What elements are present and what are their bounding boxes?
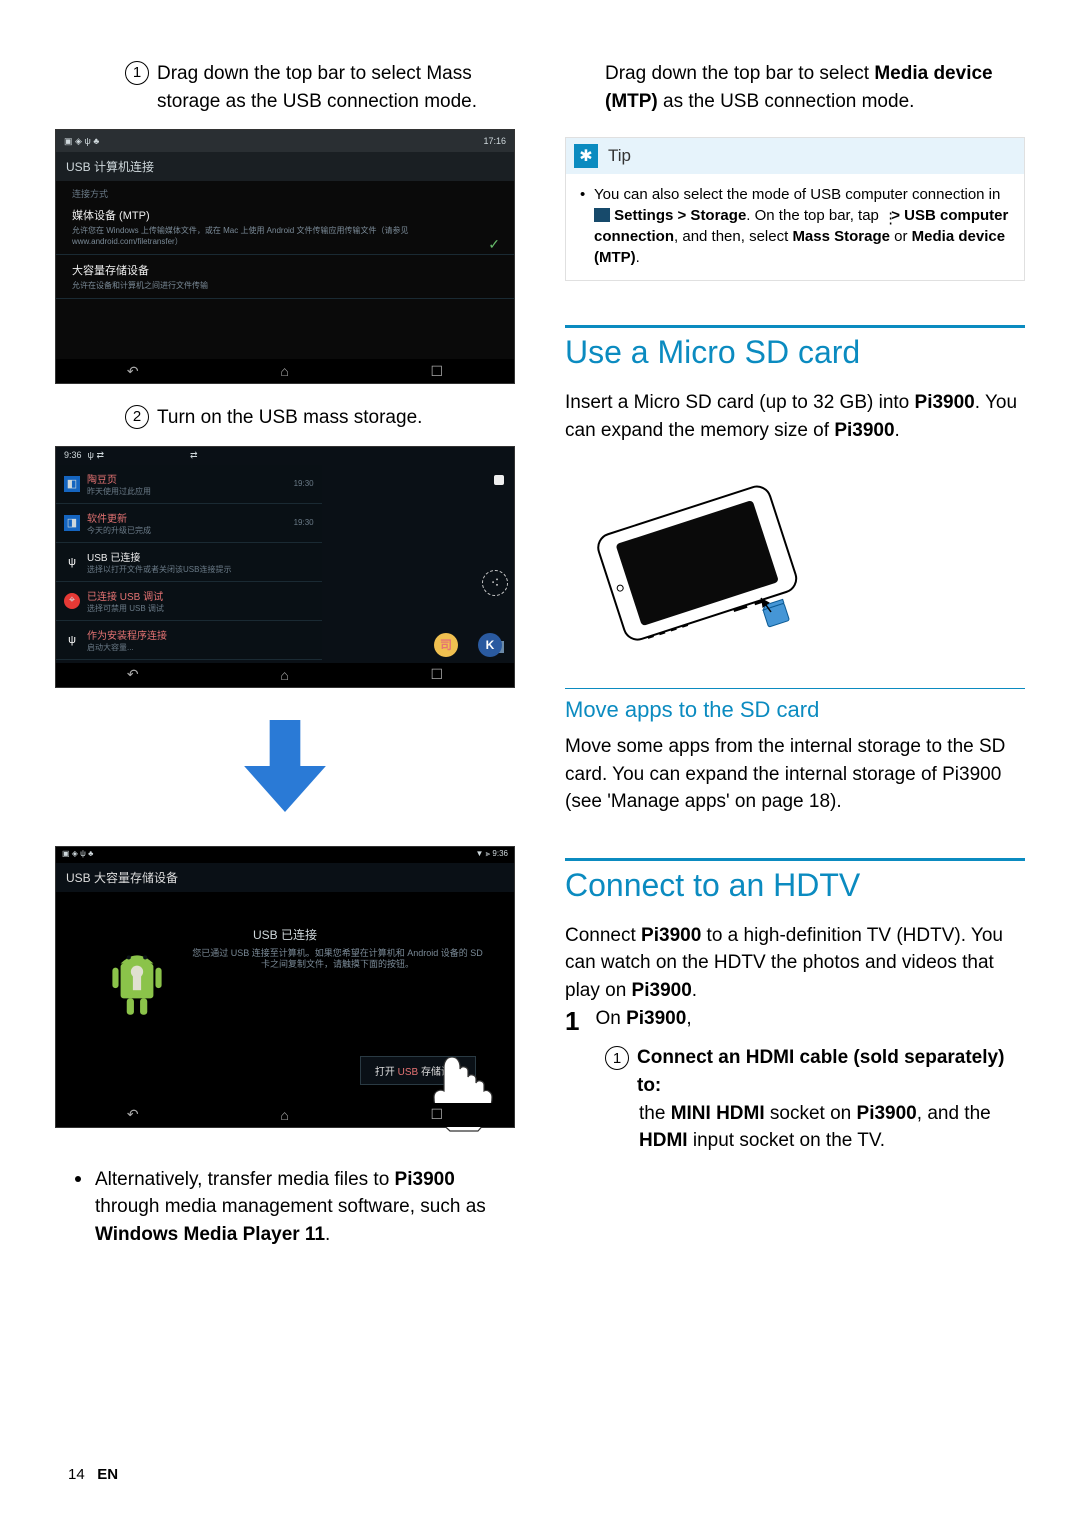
category-label: 连接方式 (56, 181, 514, 200)
hdtv-intro: Connect Pi3900 to a high-definition TV (… (565, 922, 1025, 1005)
step-2: 2 Turn on the USB mass storage. (55, 404, 515, 436)
android-usb-icon (106, 941, 168, 1023)
screen-title: USB 大容量存储设备 (56, 863, 514, 892)
status-icons: ▣ ◈ ψ ♣ (62, 849, 93, 861)
recents-icon[interactable]: ☐ (431, 363, 444, 380)
browser-icon[interactable]: 司 (434, 633, 458, 657)
home-icon[interactable]: ⌂ (280, 667, 288, 683)
section-divider (565, 858, 1025, 861)
left-column: 1 Drag down the top bar to select Mass s… (55, 60, 515, 1248)
apps-drawer-icon[interactable]: ⁖ (482, 570, 508, 596)
notif-row[interactable]: ψ USB 已连接选择以打开文件或者关闭该USB连接提示 (56, 543, 322, 582)
tip-header: ✱ Tip (566, 138, 1024, 174)
nav-bar[interactable]: ↶ ⌂ ☐ (56, 663, 514, 687)
big-step-number: 1 (565, 1008, 579, 1034)
home-icon[interactable]: ⌂ (280, 363, 288, 379)
section-divider (565, 325, 1025, 328)
status-right-icons: ▼ ⫸ 9:36 (476, 849, 508, 861)
recents-icon[interactable]: ☐ (431, 666, 444, 683)
section-hdtv-title: Connect to an HDTV (565, 867, 1025, 904)
step-2-text: Turn on the USB mass storage. (157, 404, 515, 432)
more-inline-icon (883, 208, 887, 222)
screenshot-notifications: 9:36 ψ ⇄ ⇄ ◧ 陶豆页昨天使用过此应用 19:30 ◨ 软件更新今天的… (55, 446, 515, 688)
dock: 司 K (434, 633, 502, 657)
bullet-icon (75, 1176, 81, 1182)
step-1-text: Drag down the top bar to select Mass sto… (157, 60, 515, 115)
hdtv-substep-1: 1 Connect an HDMI cable (sold separately… (565, 1044, 1025, 1099)
settings-icon[interactable]: ⇄ (190, 450, 198, 462)
sd-intro: Insert a Micro SD card (up to 32 GB) int… (565, 389, 1025, 444)
recents-icon[interactable]: ☐ (431, 1106, 444, 1123)
nav-bar[interactable]: ↶ ⌂ ☐ (56, 359, 514, 383)
hdtv-connection-detail: the MINI HDMI socket on Pi3900, and the … (565, 1100, 1025, 1155)
hdtv-step-1: 1 On Pi3900, (565, 1008, 1025, 1034)
screenshot-usb-mode: ▣ ◈ ψ ♣ 17:16 USB 计算机连接 连接方式 媒体设备 (MTP) … (55, 129, 515, 384)
right-column: Drag down the top bar to select Media de… (565, 60, 1025, 1248)
move-apps-title: Move apps to the SD card (565, 697, 1025, 723)
settings-inline-icon (594, 208, 610, 222)
tip-body: You can also select the mode of USB comp… (566, 174, 1024, 280)
back-icon[interactable]: ↶ (127, 363, 139, 380)
mtp-instruction: Drag down the top bar to select Media de… (565, 60, 1025, 115)
app-k-icon[interactable]: K (478, 633, 502, 657)
notif-row[interactable]: ◧ 陶豆页昨天使用过此应用 19:30 (56, 465, 322, 504)
subsection-divider (565, 688, 1025, 689)
step-number-1: 1 (125, 61, 149, 85)
option-mtp[interactable]: 媒体设备 (MTP) 允许您在 Windows 上传输媒体文件，或在 Mac 上… (56, 200, 514, 255)
section-sd-title: Use a Micro SD card (565, 334, 1025, 371)
status-icons: ▣ ◈ ψ ♣ (64, 136, 99, 147)
back-icon[interactable]: ↶ (127, 1106, 139, 1123)
home-icon[interactable]: ⌂ (280, 1107, 288, 1123)
tablet-sd-illustration (565, 462, 815, 652)
notif-row[interactable]: ψ 作为安装程序连接启动大容量... (56, 621, 322, 660)
checkmark-icon: ✓ (488, 236, 500, 253)
notif-row[interactable]: ⌖ 已连接 USB 调试选择可禁用 USB 调试 (56, 582, 322, 621)
page-content: 1 Drag down the top bar to select Mass s… (0, 0, 1080, 1288)
move-apps-text: Move some apps from the internal storage… (565, 733, 1025, 816)
option-mass-storage[interactable]: 大容量存储设备 允许在设备和计算机之间进行文件传输 (56, 255, 514, 299)
tip-box: ✱ Tip You can also select the mode of US… (565, 137, 1025, 281)
status-icons: ψ ⇄ (88, 450, 104, 462)
notif-row[interactable]: ◨ 软件更新今天的升级已完成 19:30 (56, 504, 322, 543)
step-1: 1 Drag down the top bar to select Mass s… (55, 60, 515, 119)
step-number-2: 2 (125, 405, 149, 429)
notification-panel: ◧ 陶豆页昨天使用过此应用 19:30 ◨ 软件更新今天的升级已完成 19:30… (56, 465, 322, 660)
widget-icon (494, 475, 504, 485)
back-icon[interactable]: ↶ (127, 666, 139, 683)
screenshot-usb-storage: ▣ ◈ ψ ♣ ▼ ⫸ 9:36 USB 大容量存储设备 USB 已连接 您已通… (55, 846, 515, 1128)
arrow-down-icon (244, 720, 326, 812)
tip-title: Tip (608, 146, 631, 166)
status-time: 17:16 (483, 136, 506, 146)
tip-star-icon: ✱ (574, 144, 598, 168)
status-time: 9:36 (64, 450, 82, 462)
alternative-note: Alternatively, transfer media files to P… (55, 1166, 515, 1249)
nav-bar[interactable]: ↶ ⌂ ☐ (56, 1103, 514, 1127)
substep-number: 1 (605, 1046, 629, 1070)
screenshot-title: USB 计算机连接 (56, 152, 514, 181)
page-footer: 14 EN (68, 1466, 118, 1483)
